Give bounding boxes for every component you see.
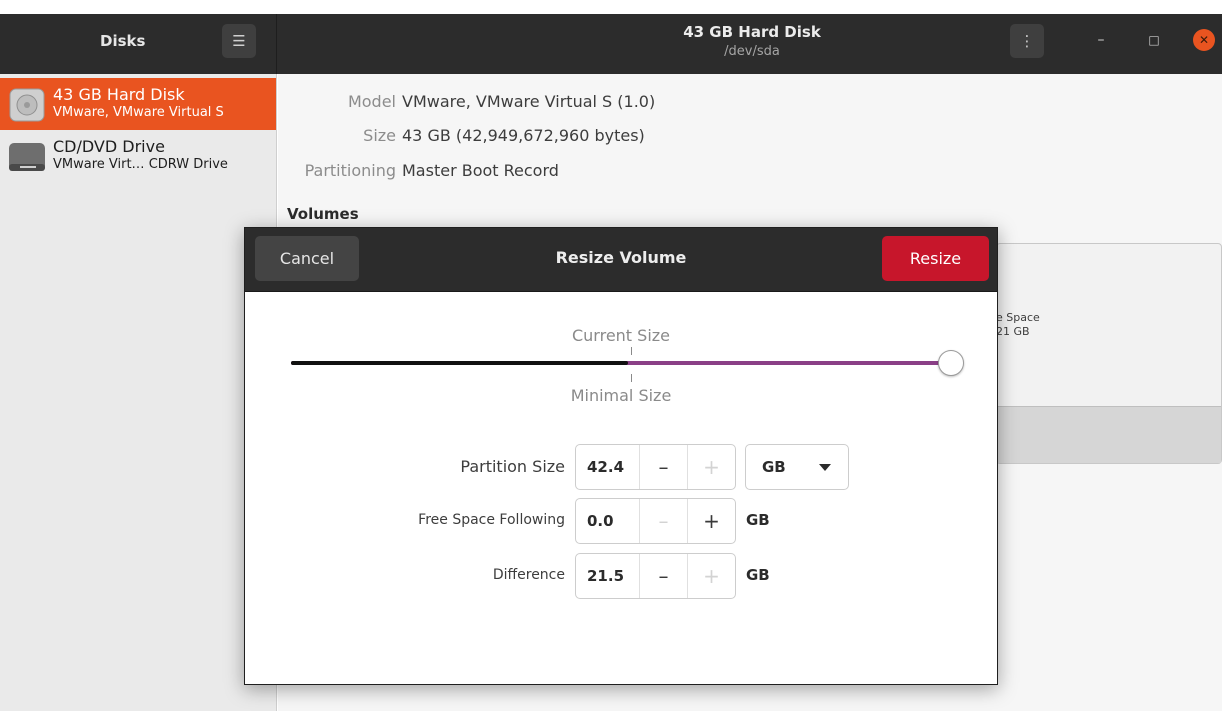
header-bar: Disks ☰ 43 GB Hard Disk /dev/sda ⋮ – □ ✕ bbox=[0, 14, 1222, 74]
hamburger-menu-button[interactable]: ☰ bbox=[222, 24, 256, 58]
minimal-size-label: Minimal Size bbox=[570, 386, 672, 405]
free-space-unit: GB bbox=[746, 511, 770, 529]
partition-size-row: Partition Size 42.4 – + GB bbox=[245, 444, 997, 490]
partition-size-value[interactable]: 42.4 bbox=[587, 458, 624, 476]
sidebar-item-cd-dvd-drive[interactable]: CD/DVD Drive VMware Virt… CDRW Drive bbox=[0, 130, 276, 182]
free-space-increment-button[interactable]: + bbox=[687, 499, 735, 543]
dialog-header: Cancel Resize Volume Resize bbox=[245, 228, 997, 292]
free-space-value[interactable]: 0.0 bbox=[587, 512, 614, 530]
sidebar-header: Disks ☰ bbox=[0, 14, 277, 74]
minimize-button[interactable]: – bbox=[1090, 29, 1112, 51]
minimal-size-marker bbox=[631, 374, 632, 382]
drive-subtitle: VMware, VMware Virtual S bbox=[53, 105, 224, 120]
difference-spinbutton[interactable]: 21.5 – + bbox=[575, 553, 736, 599]
current-size-marker bbox=[631, 347, 632, 355]
partition-size-label: Partition Size bbox=[460, 457, 565, 476]
partitioning-value: Master Boot Record bbox=[402, 161, 559, 180]
slider-handle[interactable] bbox=[938, 350, 964, 376]
difference-unit: GB bbox=[746, 566, 770, 584]
drive-name: 43 GB Hard Disk bbox=[53, 85, 185, 104]
slider-minimum-fill bbox=[291, 361, 628, 365]
vertical-ellipsis-icon: ⋮ bbox=[1019, 32, 1035, 50]
optical-drive-icon bbox=[9, 143, 45, 171]
size-unit-value: GB bbox=[762, 458, 786, 476]
size-unit-dropdown[interactable]: GB bbox=[745, 444, 849, 490]
free-space-label: Free Space Following bbox=[418, 512, 565, 528]
sidebar-item-hard-disk[interactable]: 43 GB Hard Disk VMware, VMware Virtual S bbox=[0, 78, 276, 130]
hamburger-icon: ☰ bbox=[232, 32, 246, 50]
model-value: VMware, VMware Virtual S (1.0) bbox=[402, 92, 656, 111]
difference-label: Difference bbox=[492, 567, 565, 583]
maximize-button[interactable]: □ bbox=[1143, 29, 1165, 51]
difference-row: Difference 21.5 – + GB bbox=[245, 553, 997, 599]
drive-subtitle: VMware Virt… CDRW Drive bbox=[53, 157, 228, 172]
size-slider-area: Current Size Minimal Size bbox=[245, 292, 997, 432]
difference-value[interactable]: 21.5 bbox=[587, 567, 624, 585]
current-size-label: Current Size bbox=[571, 326, 671, 345]
volumes-heading: Volumes bbox=[287, 205, 359, 223]
hard-disk-icon bbox=[9, 88, 45, 122]
partition-size-spinbutton[interactable]: 42.4 – + bbox=[575, 444, 736, 490]
size-label: Size bbox=[363, 126, 396, 145]
difference-decrement-button[interactable]: – bbox=[639, 554, 687, 598]
difference-increment-button[interactable]: + bbox=[687, 554, 735, 598]
app-title: Disks bbox=[100, 32, 146, 50]
resize-volume-dialog: Cancel Resize Volume Resize Current Size… bbox=[244, 227, 998, 685]
dropdown-caret-icon bbox=[819, 464, 831, 471]
free-space-spinbutton[interactable]: 0.0 – + bbox=[575, 498, 736, 544]
disk-device-path: /dev/sda bbox=[724, 44, 780, 59]
volume-strip bbox=[997, 406, 1221, 463]
free-space-decrement-button[interactable]: – bbox=[639, 499, 687, 543]
volume-free-space-label: e Space bbox=[996, 311, 1040, 324]
partitioning-label: Partitioning bbox=[304, 161, 396, 180]
free-space-row: Free Space Following 0.0 – + GB bbox=[245, 498, 997, 544]
model-label: Model bbox=[347, 92, 396, 111]
resize-button[interactable]: Resize bbox=[882, 236, 989, 281]
partition-size-increment-button[interactable]: + bbox=[687, 445, 735, 489]
volume-graphic[interactable] bbox=[996, 243, 1222, 464]
size-value: 43 GB (42,949,672,960 bytes) bbox=[402, 126, 645, 145]
partition-size-decrement-button[interactable]: – bbox=[639, 445, 687, 489]
header-center: 43 GB Hard Disk /dev/sda bbox=[277, 14, 1222, 74]
sidebar: 43 GB Hard Disk VMware, VMware Virtual S… bbox=[0, 74, 277, 711]
close-button[interactable]: ✕ bbox=[1193, 29, 1215, 51]
volume-free-space-size: 21 GB bbox=[996, 325, 1030, 338]
drive-options-button[interactable]: ⋮ bbox=[1010, 24, 1044, 58]
drive-name: CD/DVD Drive bbox=[53, 137, 165, 156]
disk-title: 43 GB Hard Disk bbox=[683, 23, 821, 41]
size-slider[interactable] bbox=[291, 361, 951, 365]
